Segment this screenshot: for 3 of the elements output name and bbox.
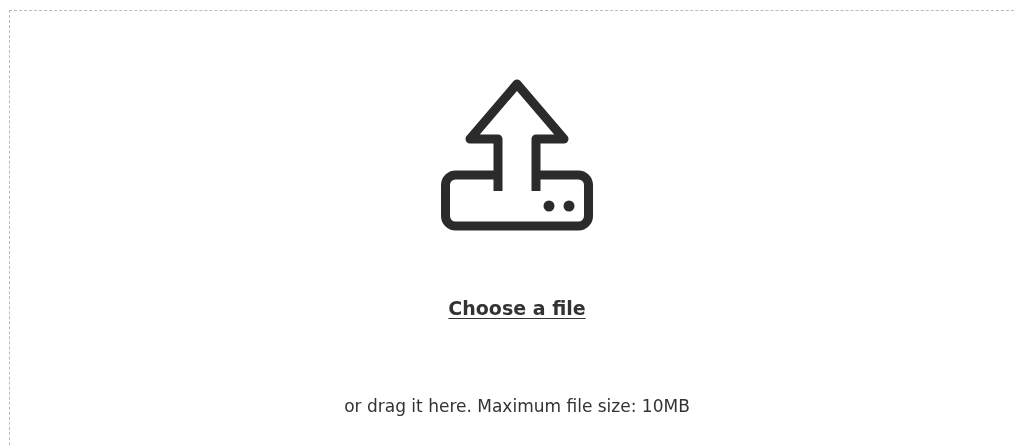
drag-hint-text: or drag it here. Maximum file size: 10MB (344, 396, 690, 416)
choose-file-link[interactable]: Choose a file (448, 297, 586, 319)
upload-icon (441, 77, 593, 231)
